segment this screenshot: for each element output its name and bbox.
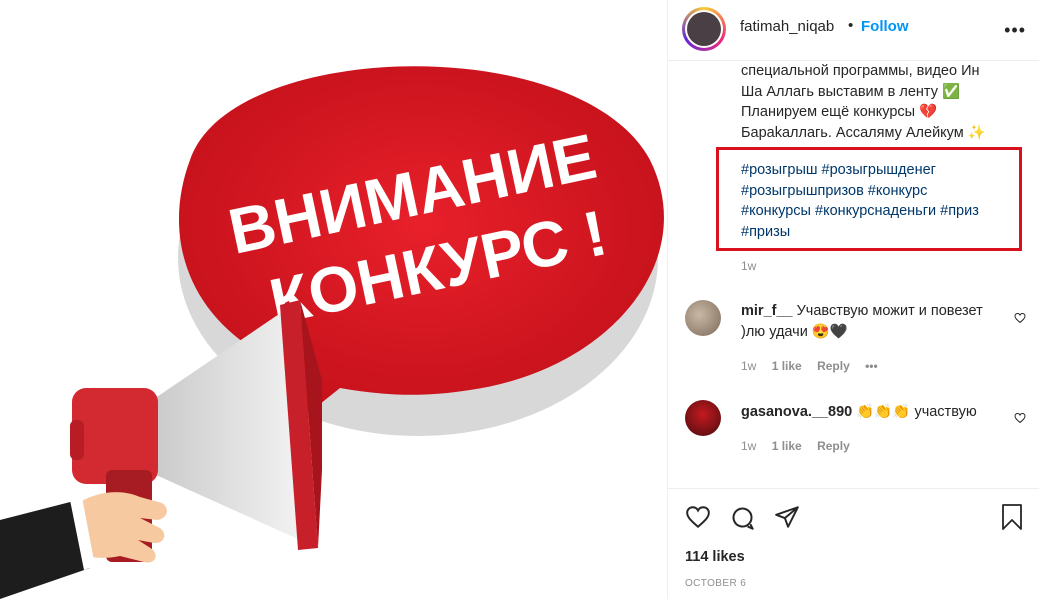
share-icon[interactable] xyxy=(774,504,800,530)
comment-likes[interactable]: 1 like xyxy=(772,439,802,453)
hashtag-line[interactable]: #розыгрышпризов #конкурс xyxy=(741,181,1021,202)
caption-line: Ша Аллагь выставим в ленту ✅ xyxy=(741,83,961,100)
comment-username[interactable]: mir_f__ xyxy=(741,303,793,319)
comment-avatar[interactable] xyxy=(685,300,721,336)
hashtag-line[interactable]: #розыгрыш #розыгрышденег xyxy=(741,160,1021,181)
comment-meta: 1w 1 like Reply xyxy=(741,439,862,453)
caption-line: Планируем ещё конкурсы 💔 xyxy=(741,104,938,120)
comment-text: gasanova.__890 👏👏👏 участвую xyxy=(741,402,996,423)
comment-time[interactable]: 1w xyxy=(741,359,756,373)
comment-meta: 1w 1 like Reply ••• xyxy=(741,359,890,373)
reply-button[interactable]: Reply xyxy=(817,439,850,453)
comment-more-icon[interactable]: ••• xyxy=(865,359,878,373)
avatar[interactable] xyxy=(682,7,726,51)
post-date[interactable]: OCTOBER 6 xyxy=(685,578,746,589)
reply-button[interactable]: Reply xyxy=(817,359,850,373)
comment-icon[interactable] xyxy=(729,504,756,531)
more-icon[interactable]: ••• xyxy=(1004,20,1026,41)
hashtag-line[interactable]: #призы xyxy=(741,222,1021,243)
post-image[interactable]: ВНИМАНИЕ КОНКУРС ! xyxy=(0,0,666,599)
comment-username[interactable]: gasanova.__890 xyxy=(741,404,852,420)
post-header: fatimah_niqab • Follow ••• xyxy=(668,0,1039,61)
likes-count[interactable]: 114 likes xyxy=(685,549,745,565)
heart-icon[interactable] xyxy=(684,504,712,530)
caption-line: Бараkаллагь. Ассаляму Алейкум ✨ xyxy=(741,124,986,141)
hashtags: #розыгрыш #розыгрышденег #розыгрышпризов… xyxy=(741,160,1021,242)
comment-likes[interactable]: 1 like xyxy=(772,359,802,373)
comment-avatar[interactable] xyxy=(685,400,721,436)
comment-like-icon[interactable] xyxy=(1014,412,1026,424)
megaphone-body xyxy=(72,388,158,484)
megaphone-illustration: ВНИМАНИЕ КОНКУРС ! xyxy=(0,66,664,599)
separator-dot: • xyxy=(848,17,854,34)
bookmark-icon[interactable] xyxy=(1000,503,1024,531)
hashtag-line[interactable]: #конкурсы #конкурснаденьги #приз xyxy=(741,201,1021,222)
caption-time[interactable]: 1w xyxy=(741,259,756,273)
caption: специальной программы, видео Ин Ша Аллаг… xyxy=(741,61,1026,143)
comment-like-icon[interactable] xyxy=(1014,312,1026,324)
action-bar xyxy=(668,488,1039,547)
comment-text: mir_f__ Учавствую можит и повезет )лю уда… xyxy=(741,301,996,343)
username-link[interactable]: fatimah_niqab xyxy=(740,18,834,35)
comment-time[interactable]: 1w xyxy=(741,439,756,453)
post-panel: fatimah_niqab • Follow ••• специальной п… xyxy=(667,0,1039,599)
caption-line: специальной программы, видео Ин xyxy=(741,63,980,79)
comment-body: 👏👏👏 участвую xyxy=(856,404,977,420)
follow-button[interactable]: Follow xyxy=(861,18,909,35)
